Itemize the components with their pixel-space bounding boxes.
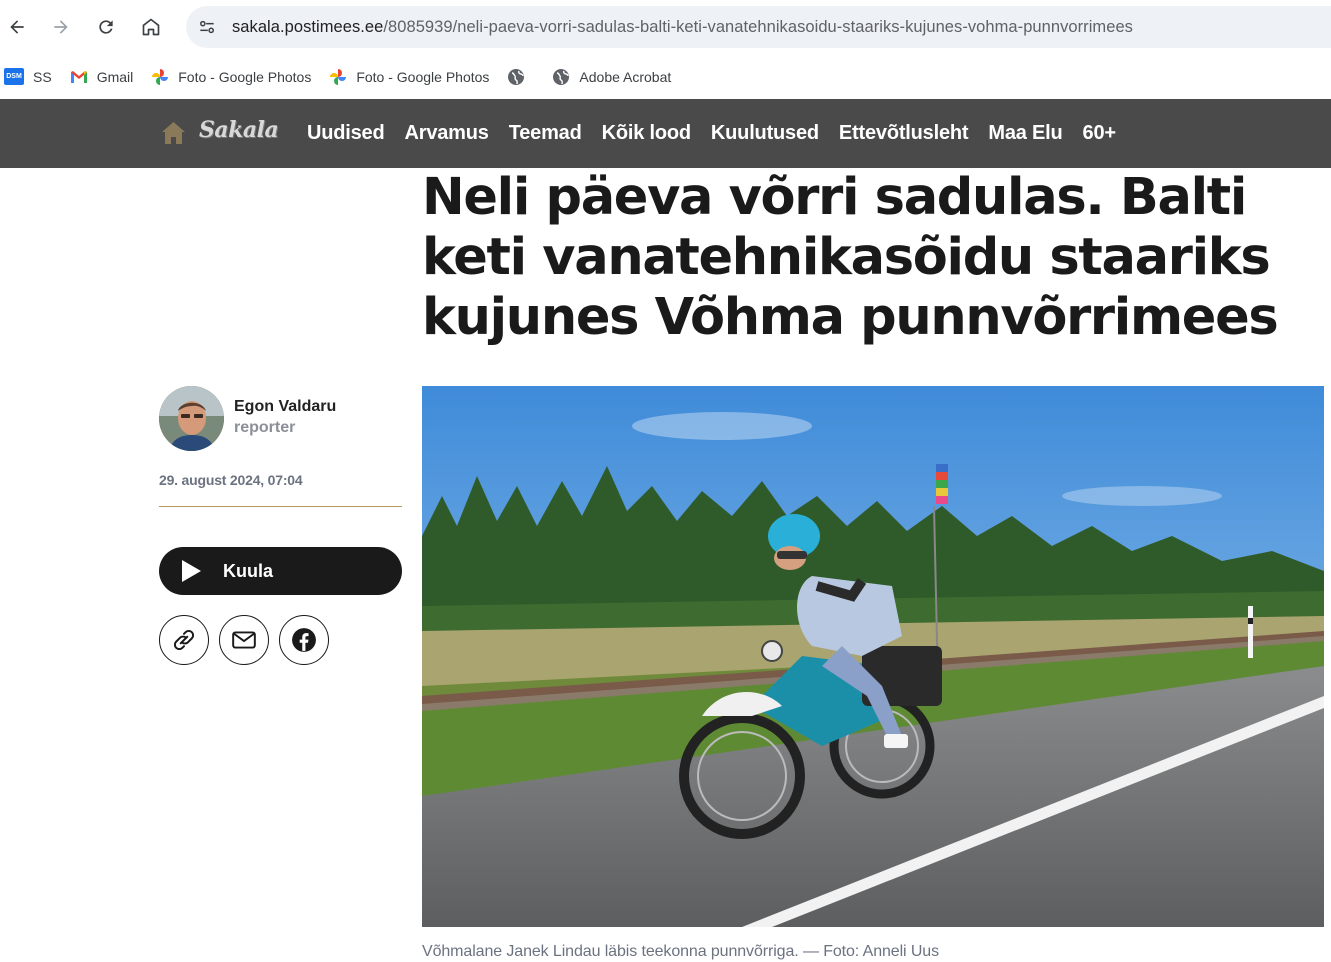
- nav-item-uudised[interactable]: Uudised: [297, 122, 395, 145]
- image-caption: Võhmalane Janek Lindau läbis teekonna pu…: [422, 943, 939, 960]
- address-bar[interactable]: sakala.postimees.ee/8085939/neli-paeva-v…: [186, 6, 1331, 48]
- bookmark-google-photos-1[interactable]: Foto - Google Photos: [147, 62, 319, 92]
- nav-item-teemad[interactable]: Teemad: [499, 122, 592, 145]
- arrow-right-icon: [54, 20, 68, 34]
- copy-link-button[interactable]: [159, 615, 209, 665]
- dsm-icon: DSM: [4, 68, 24, 85]
- bookmark-label: Foto - Google Photos: [178, 68, 312, 85]
- share-email-button[interactable]: [219, 615, 269, 665]
- link-icon: [173, 629, 195, 651]
- google-photos-icon: [151, 68, 169, 86]
- browser-toolbar: sakala.postimees.ee/8085939/neli-paeva-v…: [0, 0, 1331, 54]
- reload-button[interactable]: [89, 10, 123, 44]
- nav-item-koik-lood[interactable]: Kõik lood: [592, 122, 701, 145]
- home-icon[interactable]: [161, 121, 186, 145]
- gmail-icon: [70, 68, 88, 86]
- forward-button[interactable]: [44, 10, 78, 44]
- bookmark-label: Adobe Acrobat: [579, 68, 672, 85]
- url-path: /8085939/neli-paeva-vorri-sadulas-balti-…: [383, 17, 1133, 36]
- site-logo[interactable]: Sakala: [199, 117, 279, 147]
- back-button[interactable]: [0, 10, 34, 44]
- bookmark-label: Gmail: [96, 68, 134, 85]
- site-info-icon[interactable]: [189, 9, 225, 45]
- facebook-icon: [292, 628, 316, 652]
- author-name[interactable]: Egon Valdaru: [234, 398, 336, 416]
- listen-button[interactable]: Kuula: [159, 547, 402, 595]
- arrow-left-icon: [10, 20, 24, 34]
- home-outline-icon: [142, 18, 160, 36]
- url-text[interactable]: sakala.postimees.ee/8085939/neli-paeva-v…: [232, 18, 1133, 37]
- main-nav: Uudised Arvamus Teemad Kõik lood Kuulutu…: [297, 99, 1126, 168]
- mail-icon: [232, 631, 256, 649]
- nav-item-60-plus[interactable]: 60+: [1073, 122, 1126, 145]
- nav-item-ettevotlusleht[interactable]: Ettevõtlusleht: [829, 122, 978, 145]
- author-avatar[interactable]: [159, 386, 224, 451]
- bookmarks-bar: DSM SS Gmail Foto - Google Photos Foto -…: [0, 54, 1331, 99]
- bookmark-google-photos-2[interactable]: Foto - Google Photos: [325, 62, 497, 92]
- nav-item-arvamus[interactable]: Arvamus: [395, 122, 499, 145]
- home-button[interactable]: [134, 10, 168, 44]
- bookmark-gmail[interactable]: Gmail: [66, 62, 142, 92]
- listen-label: Kuula: [223, 560, 274, 581]
- site-header: Sakala Uudised Arvamus Teemad Kõik lood …: [0, 99, 1331, 168]
- nav-item-maa-elu[interactable]: Maa Elu: [978, 122, 1072, 145]
- publish-date: 29. august 2024, 07:04: [159, 472, 303, 488]
- google-photos-icon: [329, 68, 347, 86]
- reload-icon: [99, 20, 113, 34]
- hero-image[interactable]: [422, 386, 1324, 927]
- url-domain: sakala.postimees.ee: [232, 17, 384, 36]
- bookmark-label: Foto - Google Photos: [356, 68, 490, 85]
- nav-item-kuulutused[interactable]: Kuulutused: [701, 122, 829, 145]
- divider: [159, 506, 402, 507]
- bookmark-globe[interactable]: [503, 62, 542, 92]
- article-headline: Neli päeva võrri sadulas. Balti keti van…: [422, 168, 1279, 347]
- author-role: reporter: [234, 419, 296, 436]
- play-icon: [182, 560, 201, 582]
- share-facebook-button[interactable]: [279, 615, 329, 665]
- bookmark-adobe-acrobat[interactable]: Adobe Acrobat: [548, 62, 679, 92]
- globe-icon: [552, 68, 570, 86]
- globe-icon: [507, 68, 525, 86]
- bookmark-label: SS: [33, 68, 52, 85]
- bookmark-ss[interactable]: DSM SS: [0, 62, 60, 92]
